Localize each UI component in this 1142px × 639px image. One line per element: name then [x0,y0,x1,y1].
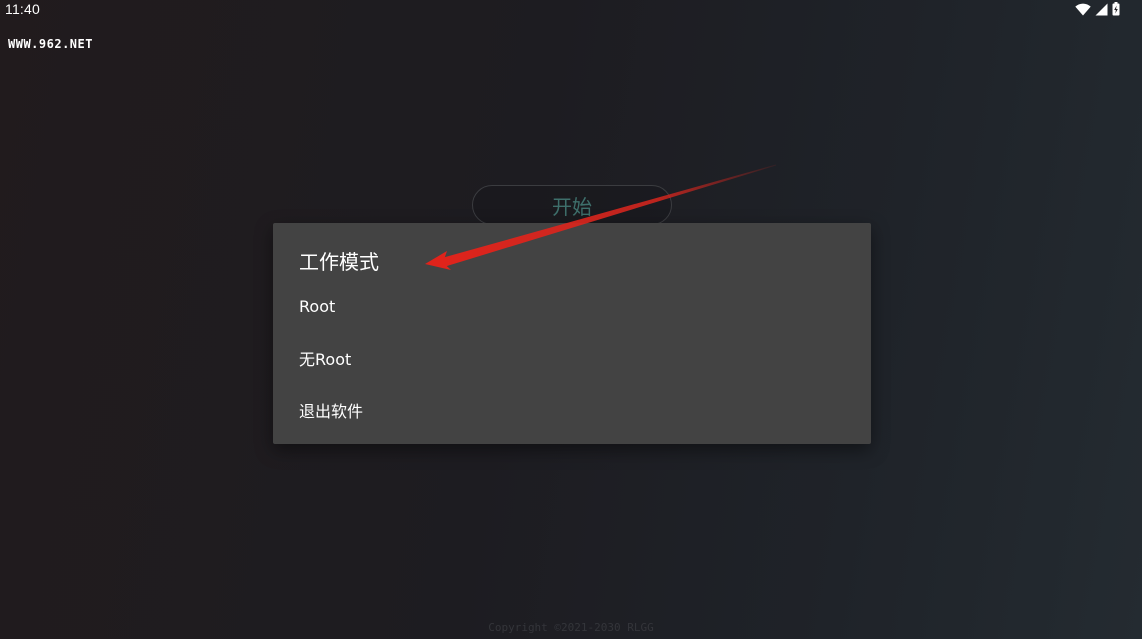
option-exit-app-label: 退出软件 [299,402,364,421]
option-root-label: Root [299,296,336,316]
option-no-root-label: 无Root [299,350,352,369]
option-exit-app[interactable]: 退出软件 [273,386,871,434]
option-root[interactable]: Root [273,282,871,330]
work-mode-dialog: 工作模式 Root 无Root 退出软件 [273,223,871,444]
option-no-root[interactable]: 无Root [273,334,871,382]
dialog-title: 工作模式 [299,250,379,274]
